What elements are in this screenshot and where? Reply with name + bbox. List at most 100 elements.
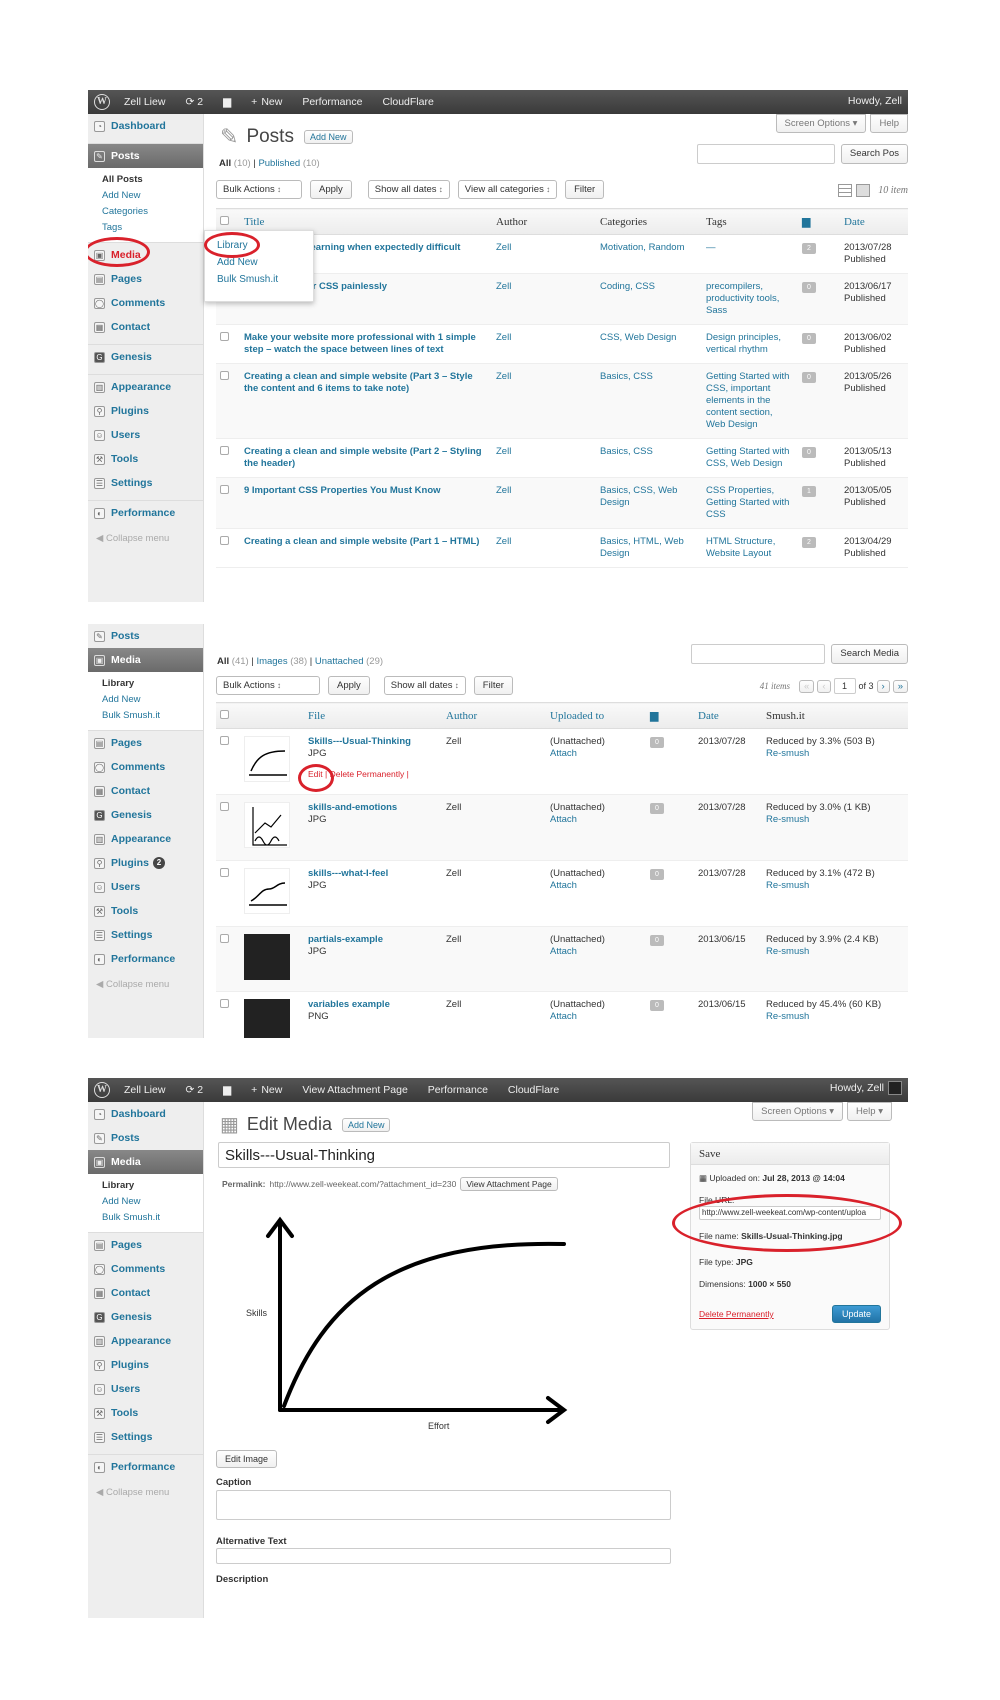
menu-appearance[interactable]: ▥ Appearance — [88, 375, 203, 399]
post-tags[interactable]: HTML Structure, Website Layout — [706, 536, 775, 559]
resmush-link[interactable]: Re-smush — [766, 814, 809, 825]
next-page-button[interactable]: › — [876, 679, 890, 693]
delete-permanently-link[interactable]: Delete Permanently — [699, 1309, 774, 1319]
search-media-button[interactable]: Search Media — [831, 644, 908, 664]
comment-count-bubble[interactable]: 0 — [650, 803, 664, 814]
post-author[interactable]: Zell — [496, 536, 511, 547]
submenu-add-new-media[interactable]: Add New — [102, 1194, 203, 1210]
menu-dashboard[interactable]: ◔ Dashboard — [88, 1102, 203, 1126]
attach-link[interactable]: Attach — [550, 946, 577, 957]
submenu-add-new-media[interactable]: Add New — [102, 692, 203, 708]
apply-button[interactable]: Apply — [310, 180, 352, 199]
site-name-link[interactable]: Zell Liew — [124, 96, 165, 108]
view-attachment-link[interactable]: View Attachment Page — [302, 1084, 407, 1096]
post-categories[interactable]: CSS, Web Design — [600, 332, 676, 343]
screen-options-button[interactable]: Screen Options ▾ — [752, 1102, 844, 1121]
comment-count-bubble[interactable]: 0 — [802, 372, 816, 383]
help-button[interactable]: Help — [870, 114, 908, 133]
row-checkbox[interactable] — [220, 736, 229, 745]
menu-genesis[interactable]: G Genesis — [88, 1305, 203, 1329]
menu-performance[interactable]: ◐ Performance — [88, 1455, 203, 1479]
menu-contact[interactable]: ▦ Contact — [88, 315, 203, 339]
row-checkbox[interactable] — [220, 868, 229, 877]
menu-media[interactable]: ▣ Media — [88, 243, 203, 267]
performance-link[interactable]: Performance — [428, 1084, 488, 1096]
media-file-link[interactable]: partials-example — [308, 934, 383, 945]
submenu-categories[interactable]: Categories — [102, 204, 203, 220]
post-author[interactable]: Zell — [496, 332, 511, 343]
search-posts-input[interactable] — [696, 144, 835, 164]
menu-plugins[interactable]: ⚲ Plugins — [88, 399, 203, 423]
post-tags[interactable]: — — [706, 242, 716, 253]
comment-count-bubble[interactable]: 1 — [802, 486, 816, 497]
filter-all-media[interactable]: All — [217, 656, 229, 667]
filter-button[interactable]: Filter — [565, 180, 605, 199]
flyout-library[interactable]: Library — [217, 237, 313, 254]
menu-tools[interactable]: ⚒ Tools — [88, 899, 203, 923]
menu-users[interactable]: ☺ Users — [88, 875, 203, 899]
current-page-input[interactable]: 1 — [833, 678, 856, 694]
add-new-media-button[interactable]: Add New — [341, 1117, 391, 1132]
bulk-actions-select[interactable]: Bulk Actions — [216, 676, 320, 695]
howdy-account[interactable]: Howdy, Zell — [848, 95, 902, 107]
cloudflare-link[interactable]: CloudFlare — [382, 96, 433, 108]
wordpress-logo-icon[interactable]: W — [94, 1082, 110, 1098]
media-file-link[interactable]: skills---what-I-feel — [308, 868, 388, 879]
update-button[interactable]: Update — [831, 1305, 881, 1323]
menu-plugins[interactable]: ⚲ Plugins 2 — [88, 851, 203, 875]
comment-count-bubble[interactable]: 0 — [650, 1000, 664, 1011]
attach-link[interactable]: Attach — [550, 814, 577, 825]
post-categories[interactable]: Basics, CSS, Web Design — [600, 485, 677, 508]
post-title-link[interactable]: Creating a clean and simple website (Par… — [244, 446, 482, 469]
view-attachment-button[interactable]: View Attachment Page — [460, 1177, 558, 1191]
post-categories[interactable]: Coding, CSS — [600, 281, 655, 292]
alt-text-input[interactable] — [216, 1548, 671, 1564]
apply-button[interactable]: Apply — [328, 676, 370, 695]
filter-unattached[interactable]: Unattached — [315, 656, 364, 667]
collapse-menu[interactable]: ◀ Collapse menu — [88, 1479, 203, 1498]
category-filter-select[interactable]: View all categories — [457, 180, 558, 199]
comment-count-bubble[interactable]: 0 — [802, 282, 816, 293]
menu-contact[interactable]: ▦ Contact — [88, 779, 203, 803]
menu-settings[interactable]: ☰ Settings — [88, 923, 203, 947]
row-checkbox[interactable] — [220, 446, 229, 455]
updates-link[interactable]: ⟳ 2 — [185, 96, 203, 108]
cloudflare-link[interactable]: CloudFlare — [508, 1084, 559, 1096]
collapse-menu[interactable]: ◀ Collapse menu — [88, 971, 203, 990]
menu-genesis[interactable]: G Genesis — [88, 803, 203, 827]
menu-users[interactable]: ☺ Users — [88, 1377, 203, 1401]
post-title-link[interactable]: Creating a clean and simple website (Par… — [244, 371, 473, 394]
col-uploaded-to[interactable]: Uploaded to — [546, 702, 646, 729]
row-checkbox[interactable] — [220, 802, 229, 811]
menu-pages[interactable]: ▤ Pages — [88, 267, 203, 291]
menu-media[interactable]: ▣ Media — [88, 648, 203, 672]
resmush-link[interactable]: Re-smush — [766, 748, 809, 759]
menu-appearance[interactable]: ▥ Appearance — [88, 827, 203, 851]
row-checkbox[interactable] — [220, 536, 229, 545]
media-thumbnail[interactable] — [244, 736, 290, 782]
post-tags[interactable]: precompilers, productivity tools, Sass — [706, 281, 779, 316]
select-all-checkbox[interactable] — [220, 709, 229, 719]
media-file-link[interactable]: Skills---Usual-Thinking — [308, 736, 411, 747]
resmush-link[interactable]: Re-smush — [766, 1011, 809, 1022]
row-checkbox[interactable] — [220, 999, 229, 1008]
select-all-checkbox[interactable] — [220, 215, 229, 225]
edit-image-button[interactable]: Edit Image — [216, 1450, 278, 1468]
submenu-all-posts[interactable]: All Posts — [102, 172, 203, 188]
post-author[interactable]: Zell — [496, 371, 511, 382]
comment-icon[interactable]: ▆ — [223, 1084, 231, 1096]
comment-icon[interactable]: ▆ — [223, 96, 231, 108]
menu-comments[interactable]: ◯ Comments — [88, 291, 203, 315]
post-title-link[interactable]: Creating a clean and simple website (Par… — [244, 536, 479, 547]
caption-textarea[interactable] — [216, 1490, 671, 1520]
menu-posts[interactable]: ✎ Posts — [88, 144, 203, 168]
filter-all[interactable]: All — [219, 158, 231, 169]
first-page-button[interactable]: « — [799, 679, 815, 693]
search-media-input[interactable] — [691, 644, 826, 664]
post-author[interactable]: Zell — [496, 281, 511, 292]
post-author[interactable]: Zell — [496, 485, 511, 496]
site-name-link[interactable]: Zell Liew — [124, 1084, 165, 1096]
media-title-input[interactable]: Skills---Usual-Thinking — [218, 1142, 670, 1168]
row-checkbox[interactable] — [220, 934, 229, 943]
media-thumbnail[interactable] — [244, 868, 290, 914]
